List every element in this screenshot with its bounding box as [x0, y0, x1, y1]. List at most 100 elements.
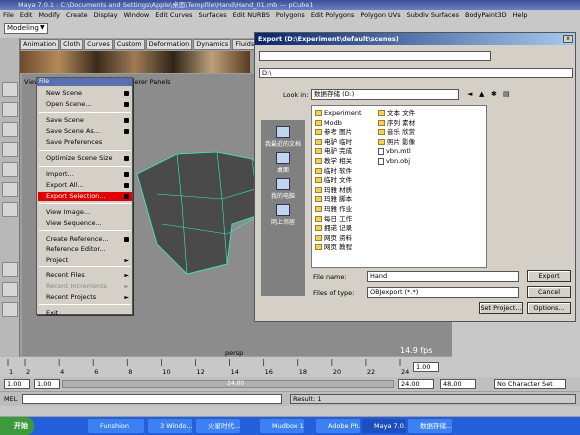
folder-item[interactable]: 音乐 欣赏 [378, 128, 415, 136]
file-menu-item[interactable]: Save Preferences [38, 138, 132, 147]
tab-curves[interactable]: Curves [84, 39, 113, 50]
file-list[interactable]: Experiment Modb 参考 图片 电驴 临时 电驴 完成 教学 相关 临时 软件临… [311, 105, 487, 268]
file-menu-item[interactable]: New Scene [38, 89, 132, 98]
file-menu-item[interactable]: Optimize Scene Size [38, 154, 132, 163]
taskbar-item[interactable]: Adobe Ph... [316, 419, 360, 433]
options-button[interactable]: Options... [527, 302, 571, 314]
tab-cloth[interactable]: Cloth [60, 39, 84, 50]
menu-polygons[interactable]: Polygons [276, 11, 305, 19]
file-menu-item[interactable]: Export All... [38, 181, 132, 190]
folder-item[interactable]: 序列 素材 [378, 119, 415, 127]
folder-item[interactable]: 玛雅 材质 [315, 186, 352, 194]
folder-item[interactable]: 玛雅 脚本 [315, 195, 352, 203]
folder-item[interactable]: 临时 文件 [315, 176, 352, 184]
folder-item[interactable]: 网页 教程 [315, 243, 352, 251]
option-box-icon[interactable] [124, 129, 129, 134]
menu-help[interactable]: Help [513, 11, 528, 19]
menu-edit[interactable]: Edit [20, 11, 33, 19]
option-box-icon[interactable] [124, 102, 129, 107]
start-button[interactable]: 开始 [0, 417, 34, 435]
taskbar-item[interactable]: 3 Windo... [148, 419, 192, 433]
folder-item[interactable]: 教学 相关 [315, 157, 352, 165]
place-item[interactable]: 我的电脑 [263, 178, 303, 200]
layout-single-icon[interactable] [2, 262, 18, 277]
tab-animation[interactable]: Animation [20, 39, 60, 50]
fur-shelf-icons[interactable] [20, 51, 250, 73]
option-box-icon[interactable] [124, 118, 129, 123]
menu-edit-curves[interactable]: Edit Curves [155, 11, 192, 19]
manipulator-tool-icon[interactable] [2, 202, 18, 217]
taskbar-item[interactable]: 数据存储... [408, 419, 452, 433]
range-slider[interactable]: 1.00 1.00 24.00 24.00 48.00 No Character… [0, 377, 580, 391]
file-menu-item[interactable]: Open Scene... [38, 100, 132, 109]
option-box-icon[interactable] [124, 91, 129, 96]
file-item[interactable]: vbn.mtl [378, 147, 411, 155]
file-menu-item[interactable]: Export Selection... [38, 192, 132, 201]
file-menu-item[interactable]: Exit [38, 309, 132, 318]
close-icon[interactable]: x [563, 35, 573, 43]
tab-dynamics[interactable]: Dynamics [193, 39, 232, 50]
folder-item[interactable]: 玛雅 作业 [315, 205, 352, 213]
up-folder-icon[interactable]: ▲ [479, 90, 484, 98]
place-item[interactable]: 我最近的文档 [263, 126, 303, 148]
folder-item[interactable]: 文本 文件 [378, 109, 415, 117]
menu-edit-polygons[interactable]: Edit Polygons [311, 11, 355, 19]
file-menu-item[interactable]: Reference Editor... [38, 245, 132, 254]
taskbar-item[interactable]: 火星时代... [196, 419, 240, 433]
folder-item[interactable]: 照片 影像 [378, 138, 415, 146]
view-menu-icon[interactable]: ▤ [503, 90, 510, 98]
taskbar-item[interactable]: Maya 7.0... [362, 419, 406, 433]
folder-item[interactable]: 每日 工作 [315, 215, 352, 223]
place-item[interactable]: 网上邻居 [263, 204, 303, 226]
cancel-button[interactable]: Cancel [527, 286, 571, 298]
folder-item[interactable]: 参考 图片 [315, 128, 352, 136]
file-item[interactable]: vbn.obj [378, 157, 410, 165]
folder-item[interactable]: 临时 软件 [315, 167, 352, 175]
option-box-icon[interactable] [124, 194, 129, 199]
range-end-field[interactable]: 24.00 [398, 379, 434, 389]
command-input[interactable] [22, 394, 282, 404]
layout-four-icon[interactable] [2, 282, 18, 297]
current-frame-field[interactable]: 1.00 [413, 362, 439, 372]
menu-modify[interactable]: Modify [38, 11, 60, 19]
file-menu-item[interactable]: View Image... [38, 208, 132, 217]
range-max-field[interactable]: 48.00 [440, 379, 476, 389]
layout-outliner-icon[interactable] [2, 302, 18, 317]
folder-item[interactable]: 电驴 临时 [315, 138, 352, 146]
folder-item[interactable]: 网页 资料 [315, 234, 352, 242]
menu-file[interactable]: File [3, 11, 14, 19]
file-menu-item[interactable]: Recent Projects ► [38, 293, 132, 302]
back-icon[interactable]: ◄ [467, 90, 472, 98]
character-set-select[interactable]: No Character Set [494, 379, 566, 389]
move-tool-icon[interactable] [2, 142, 18, 157]
select-tool-icon[interactable] [2, 82, 18, 97]
taskbar-item[interactable]: Mudbox 1... [260, 419, 304, 433]
paint-tool-icon[interactable] [2, 122, 18, 137]
option-box-icon[interactable] [124, 172, 129, 177]
menu-bodypaint3d[interactable]: BodyPaint3D [465, 11, 507, 19]
tab-deformation[interactable]: Deformation [145, 39, 193, 50]
new-folder-icon[interactable]: ✱ [491, 90, 497, 98]
tab-custom[interactable]: Custom [113, 39, 145, 50]
range-inner-start-field[interactable]: 1.00 [34, 379, 60, 389]
rotate-tool-icon[interactable] [2, 162, 18, 177]
menu-surfaces[interactable]: Surfaces [198, 11, 226, 19]
file-menu-item[interactable]: Import... [38, 170, 132, 179]
range-bar[interactable]: 24.00 [62, 380, 394, 388]
path-field[interactable]: D:\ [259, 68, 573, 78]
set-project-button[interactable]: Set Project... [479, 302, 523, 314]
filter-field[interactable] [259, 51, 491, 61]
time-slider[interactable]: 1 2 4 6 8 10 12 14 16 18 20 22 24 [0, 357, 580, 377]
file-menu-item[interactable]: View Sequence... [38, 219, 132, 228]
file-menu-item[interactable]: Save Scene [38, 116, 132, 125]
option-box-icon[interactable] [124, 156, 129, 161]
menu-subdiv-surfaces[interactable]: Subdiv Surfaces [407, 11, 459, 19]
file-menu-item[interactable]: Recent Files ► [38, 271, 132, 280]
folder-item[interactable]: 拥诺 记录 [315, 224, 352, 232]
taskbar-item[interactable]: Funshion [88, 419, 144, 433]
file-name-input[interactable]: Hand [367, 271, 519, 282]
menu-polygon-uvs[interactable]: Polygon UVs [360, 11, 400, 19]
export-button[interactable]: Export [527, 270, 571, 282]
folder-item[interactable]: Experiment [315, 109, 362, 117]
menu-display[interactable]: Display [94, 11, 118, 19]
